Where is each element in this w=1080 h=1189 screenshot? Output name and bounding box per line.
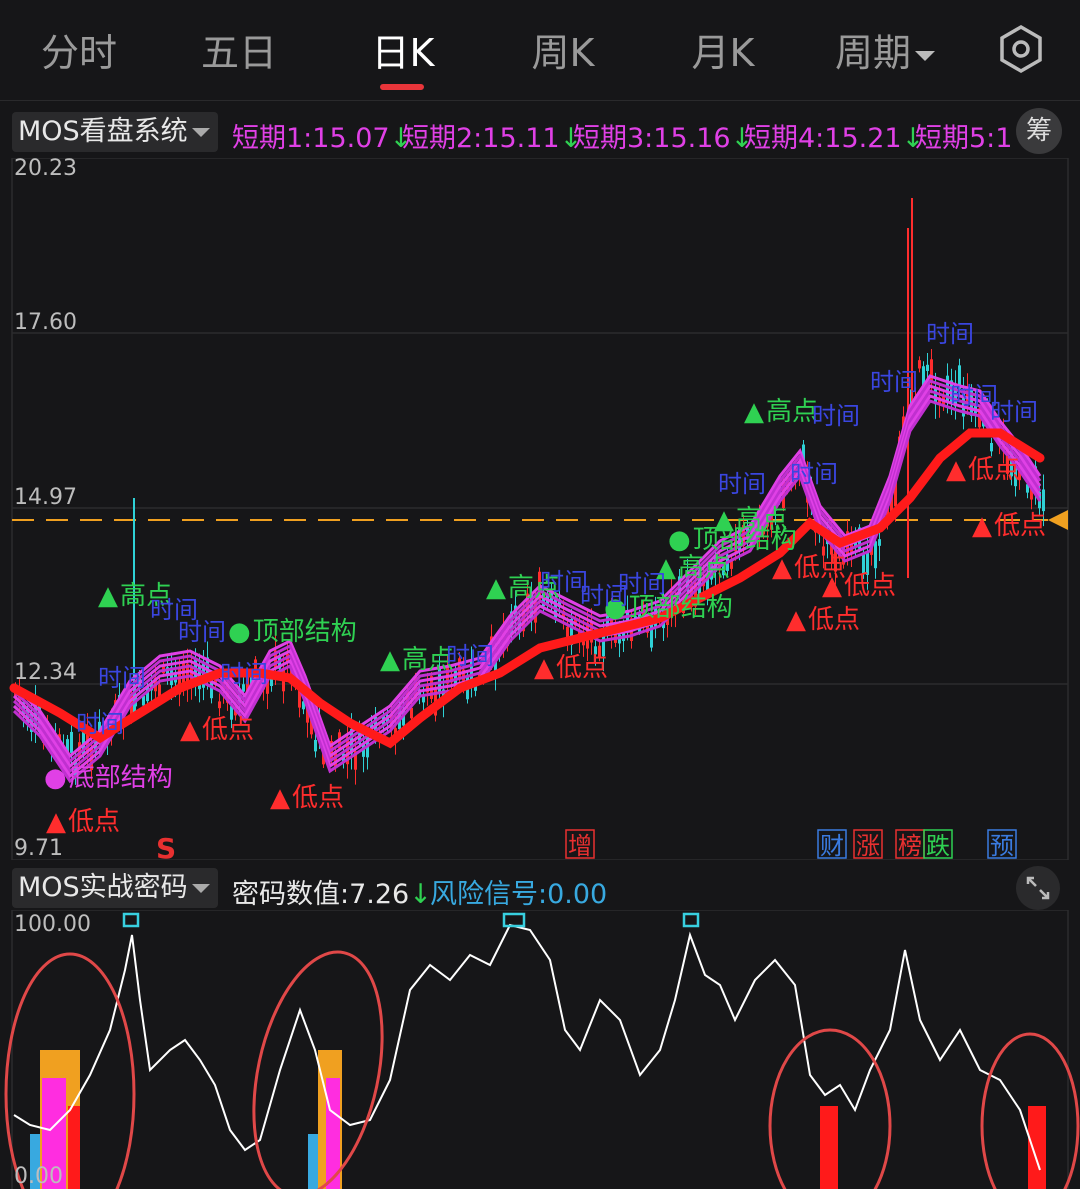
tag-zhang: 涨 [856, 832, 880, 860]
marker-time: 时间 [178, 618, 226, 646]
candle-body [930, 359, 933, 384]
tab-weekly-k[interactable]: 周K [488, 22, 638, 78]
hand-drawn-circles [4, 950, 1080, 1189]
main-indicator-label: MOS看盘系统 [18, 116, 188, 147]
price-axis-label: 14.97 [14, 485, 77, 510]
chart-frame [11, 158, 1069, 860]
price-axis-top: 20.23 [14, 156, 77, 181]
main-indicator-select[interactable]: MOS看盘系统 [12, 112, 218, 152]
marker-time: 时间 [790, 460, 838, 488]
marker-high: ▲高点 [380, 645, 454, 675]
chevron-down-icon [915, 50, 935, 61]
candle-body [70, 731, 73, 753]
marker-time: 时间 [990, 398, 1038, 426]
candle-body [918, 360, 921, 369]
candle-body [874, 541, 877, 569]
sub-indicator-select[interactable]: MOS实战密码 [12, 868, 218, 908]
tag-die: 跌 [926, 832, 950, 860]
price-axis-label: 12.34 [14, 660, 77, 685]
down-arrow-icon: ↓ [409, 879, 432, 910]
candle-body [1042, 489, 1045, 512]
ma-short-5: 短期5:1 [915, 116, 1011, 155]
period-tab-bar: 分时 五日 日K 周K 月K 周期 [0, 0, 1080, 101]
marker-time: 时间 [76, 710, 124, 738]
tab-intraday[interactable]: 分时 [4, 22, 154, 78]
tag-zeng: 增 [568, 832, 592, 860]
ma-short-3-value: 短期3:15.16 [573, 123, 731, 154]
risk-signal: 风险信号:0.00 [430, 879, 608, 910]
mos-code-chart[interactable] [0, 910, 1080, 1189]
expand-button[interactable] [1016, 866, 1060, 910]
tab-daily-k[interactable]: 日K [328, 22, 478, 78]
price-axis-label: 17.60 [14, 310, 77, 335]
candle-body [218, 701, 221, 709]
marker-low: ▲低点 [946, 455, 1020, 485]
marker-high: ▲高点 [656, 553, 730, 583]
settings-hexagon-icon[interactable] [996, 24, 1046, 74]
marker-low: ▲低点 [270, 783, 344, 813]
candle-body [878, 539, 881, 546]
marker-time: 时间 [926, 320, 974, 348]
chevron-down-icon [192, 884, 210, 893]
code-value-line [13, 923, 1041, 1171]
ma-short-1-value: 短期1:15.07 [232, 123, 390, 154]
event-tags: 增 财 涨 榜 跌 预 [565, 829, 1017, 860]
tag-cai: 财 [820, 832, 844, 860]
code-value-text: 密码数值:7.26 [232, 879, 410, 910]
ma-short-4: 短期4:15.21↓ [744, 116, 924, 155]
marker-high: ▲高点 [744, 397, 818, 427]
current-price-pointer-icon [1048, 510, 1068, 530]
candle-body [314, 739, 317, 752]
marker-low: ▲低点 [786, 605, 860, 635]
marker-time: 时间 [98, 664, 146, 692]
candle-body [926, 364, 929, 371]
marker-time: 时间 [870, 368, 918, 396]
marker-top-structure: ●顶部结构 [228, 617, 357, 647]
signal-markers: ▲高点 ▲高点 ▲高点 ▲高点 ▲高点 ▲高点 ●顶部结构 ●顶部结构 ●顶部结… [44, 320, 1046, 860]
candle-body [990, 442, 993, 452]
sub-axis-bottom: 0.00 [14, 1164, 63, 1189]
marker-time: 时间 [220, 660, 268, 688]
kline-chart[interactable]: ▲高点 ▲高点 ▲高点 ▲高点 ▲高点 ▲高点 ●顶部结构 ●顶部结构 ●顶部结… [0, 158, 1080, 860]
code-value: 密码数值:7.26↓ [232, 872, 432, 911]
marker-low: ▲低点 [822, 571, 896, 601]
tab-monthly-k[interactable]: 月K [648, 22, 798, 78]
marker-low: ▲低点 [46, 807, 120, 837]
ma-short-4-value: 短期4:15.21 [744, 123, 902, 154]
marker-time: 时间 [446, 642, 494, 670]
chip-distribution-button[interactable]: 筹 [1016, 108, 1062, 154]
expand-icon [1026, 876, 1050, 900]
active-tab-indicator [380, 84, 424, 90]
candle-body [158, 684, 161, 697]
tag-bang: 榜 [898, 832, 922, 860]
tab-period-dropdown[interactable]: 周期 [810, 22, 960, 78]
signal-bars [30, 1050, 1046, 1189]
ma-short-2: 短期2:15.11↓ [402, 116, 582, 155]
ma-short-3: 短期3:15.16↓ [573, 116, 753, 155]
marker-top-structure: ●顶部结构 [668, 525, 797, 555]
marker-time: 时间 [618, 570, 666, 598]
sub-indicator-label: MOS实战密码 [18, 872, 188, 903]
ma-short-2-value: 短期2:15.11 [402, 123, 560, 154]
tag-yu: 预 [990, 832, 1014, 860]
price-axis-bottom: 9.71 [14, 836, 63, 861]
chevron-down-icon [192, 128, 210, 137]
marker-sell-s: S [156, 832, 176, 860]
marker-time: 时间 [718, 470, 766, 498]
marker-low: ▲低点 [180, 715, 254, 745]
tab-period-label: 周期 [834, 31, 911, 75]
marker-low: ▲低点 [534, 653, 608, 683]
ma-short-5-value: 短期5:1 [915, 123, 1011, 154]
sub-axis-top: 100.00 [14, 912, 91, 937]
peak-markers [122, 912, 700, 928]
marker-time: 时间 [812, 402, 860, 430]
marker-low: ▲低点 [972, 511, 1046, 541]
tab-five-day[interactable]: 五日 [164, 22, 314, 78]
marker-bottom-structure: ●底部结构 [44, 763, 173, 793]
ma-short-1: 短期1:15.07↓ [232, 116, 412, 155]
